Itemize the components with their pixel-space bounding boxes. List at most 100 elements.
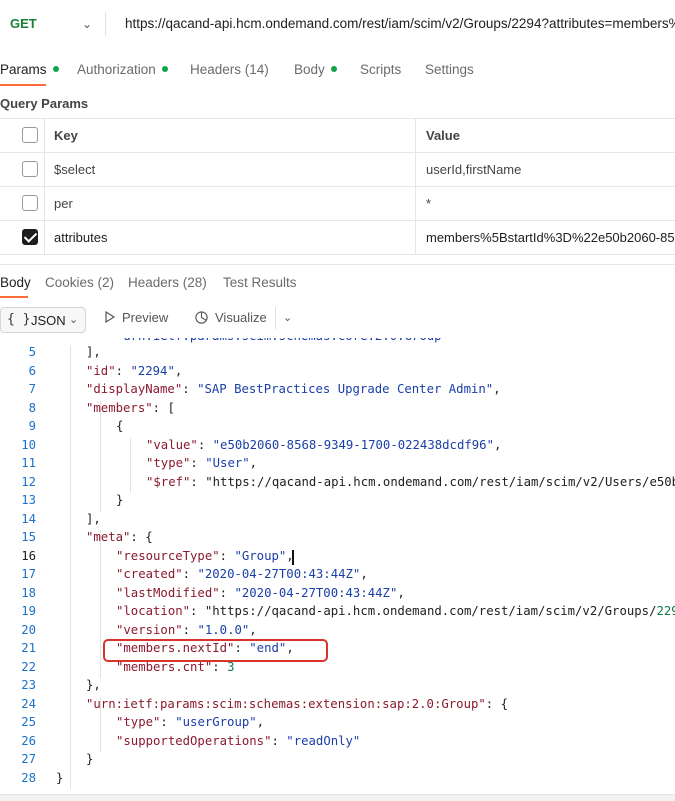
annotation-highlight-box — [103, 639, 328, 662]
code-line: "supportedOperations": "readOnly" — [116, 733, 361, 748]
line-number: 5 — [28, 345, 36, 359]
tab-label: Params — [0, 62, 47, 77]
status-dot-icon — [52, 66, 59, 73]
code-line: "type": "userGroup", — [116, 715, 265, 729]
method-select[interactable]: GET ⌄ — [0, 9, 104, 39]
preview-button[interactable]: Preview — [104, 310, 168, 325]
response-toolbar: { } JSON ⌄ — [0, 300, 675, 338]
tab-scripts[interactable]: Scripts — [360, 62, 401, 77]
line-number: 25 — [21, 715, 36, 729]
table-row: per * — [0, 186, 675, 221]
tab-headers[interactable]: Headers (14) — [190, 62, 269, 77]
line-number: 6 — [28, 363, 36, 378]
line-number: 26 — [21, 733, 36, 748]
code-line: "resourceType": "Group", — [116, 548, 294, 563]
code-line: "value": "e50b2060-8568-9349-1700-022438… — [146, 437, 502, 452]
line-number: 12 — [21, 474, 36, 489]
key-cell[interactable]: $select — [44, 153, 416, 187]
active-tab-indicator — [0, 296, 28, 298]
line-number: 11 — [21, 456, 36, 470]
tab-params[interactable]: Params — [0, 62, 59, 77]
status-dot-icon — [330, 66, 337, 73]
line-number: 7 — [28, 382, 36, 396]
format-label: JSON — [31, 313, 66, 328]
line-number: 19 — [21, 604, 36, 618]
code-line: "meta": { — [86, 530, 153, 544]
tab-test-results[interactable]: Test Results — [223, 275, 297, 290]
code-line: }, — [86, 678, 101, 692]
code-line: "created": "2020-04-27T00:43:44Z", — [116, 567, 368, 581]
code-line: } — [56, 770, 64, 785]
tab-settings[interactable]: Settings — [425, 62, 474, 77]
chevron-down-icon[interactable]: ⌄ — [283, 311, 292, 324]
table-header-row: Key Value — [0, 118, 675, 153]
key-header-cell: Key — [44, 119, 416, 153]
line-number: 18 — [21, 585, 36, 600]
visualize-button[interactable]: Visualize — [194, 310, 267, 325]
url-input[interactable]: https://qacand-api.hcm.ondemand.com/rest… — [125, 16, 675, 31]
tab-response-body[interactable]: Body — [0, 275, 31, 290]
value-header: Value — [426, 128, 460, 143]
table-row-partial — [0, 254, 675, 257]
tab-response-headers[interactable]: Headers (28) — [128, 275, 207, 290]
param-key: $select — [54, 162, 96, 177]
param-key: per — [54, 196, 73, 211]
tab-label: Settings — [425, 62, 474, 77]
tab-cookies[interactable]: Cookies (2) — [45, 275, 114, 290]
code-line: "type": "User", — [146, 456, 258, 470]
value-cell[interactable]: userId,firstName — [416, 153, 675, 187]
tab-label: Authorization — [77, 62, 156, 77]
preview-label: Preview — [122, 310, 169, 325]
visualize-label: Visualize — [215, 310, 267, 325]
check-cell — [0, 153, 45, 187]
param-checkbox[interactable] — [22, 195, 38, 211]
tab-authorization[interactable]: Authorization — [77, 62, 168, 77]
line-number: 17 — [21, 567, 36, 581]
tab-label: Headers (14) — [190, 62, 269, 77]
code-line: "members": [ — [86, 400, 175, 415]
code-line: ], — [86, 345, 101, 359]
code-line: ], — [86, 511, 101, 526]
code-line: "$ref": "https://qacand-api.hcm.ondemand… — [146, 474, 675, 489]
value-cell[interactable]: members%5BstartId%3D%22e50b2060-85 — [416, 221, 675, 255]
code-line: "location": "https://qacand-api.hcm.onde… — [116, 604, 675, 618]
code-line: "id": "2294", — [86, 363, 183, 378]
value-header-cell: Value — [416, 119, 675, 153]
param-key: attributes — [54, 230, 108, 245]
response-code-viewer[interactable]: "urn:ietf:params:scim:schemas:core:2.0:G… — [0, 338, 675, 800]
key-cell[interactable]: per — [44, 187, 416, 221]
response-tabs: Body Cookies (2) Headers (28) Test Resul… — [0, 264, 675, 299]
line-number: 21 — [21, 641, 36, 655]
tab-label: Cookies (2) — [45, 275, 115, 290]
status-dot-icon — [161, 66, 168, 73]
braces-icon: { } — [7, 312, 31, 327]
tab-label: Body — [0, 275, 31, 290]
tab-label: Scripts — [360, 62, 402, 77]
key-cell[interactable]: attributes — [44, 221, 416, 255]
param-checkbox[interactable] — [22, 161, 38, 177]
param-value: members%5BstartId%3D%22e50b2060-85 — [426, 230, 675, 245]
line-number: 20 — [21, 622, 36, 637]
value-cell[interactable]: * — [416, 187, 675, 221]
code-line-partial: "urn:ietf:params:scim:schemas:core:2.0:G… — [116, 338, 449, 343]
method-label: GET — [10, 16, 37, 31]
format-select[interactable]: { } JSON ⌄ — [0, 307, 86, 333]
code-line: "version": "1.0.0", — [116, 622, 257, 637]
param-value: userId,firstName — [426, 162, 522, 177]
query-params-title: Query Params — [0, 96, 89, 111]
key-header: Key — [54, 128, 78, 143]
select-all-checkbox[interactable] — [22, 127, 38, 143]
request-tabs: Params Authorization Headers (14) Body S… — [0, 52, 675, 86]
divider — [275, 307, 276, 329]
chevron-down-icon: ⌄ — [69, 314, 79, 326]
line-number: 23 — [21, 678, 36, 692]
tab-body[interactable]: Body — [294, 62, 337, 77]
param-value: * — [426, 196, 432, 211]
select-all-cell — [0, 119, 45, 153]
check-cell — [0, 221, 45, 255]
params-table: Key Value $select userId,firstName per *… — [0, 118, 675, 256]
line-number: 10 — [21, 437, 36, 452]
code-line: "lastModified": "2020-04-27T00:43:44Z", — [116, 585, 405, 600]
param-checkbox[interactable] — [22, 229, 38, 245]
check-cell — [0, 187, 45, 221]
